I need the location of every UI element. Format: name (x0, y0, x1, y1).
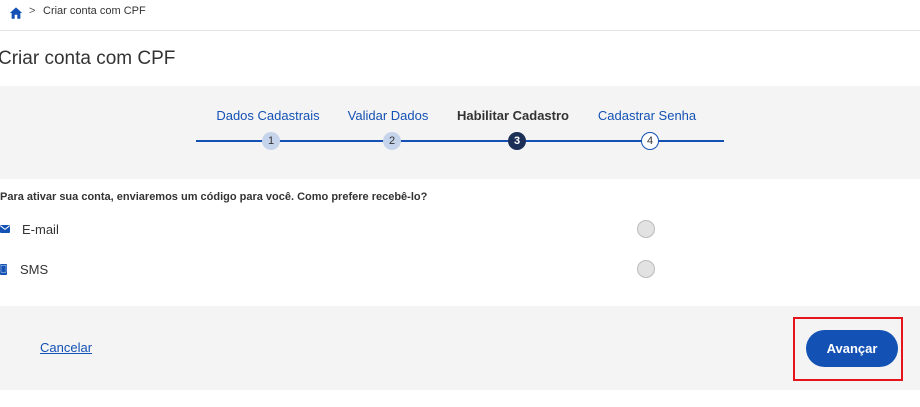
breadcrumb-current: Criar conta com CPF (43, 5, 146, 17)
envelope-icon (0, 225, 10, 233)
email-radio[interactable] (637, 220, 655, 238)
step-circle-3: 3 (508, 132, 526, 150)
step-circle-1: 1 (262, 132, 280, 150)
step-label-habilitar-cadastro: Habilitar Cadastro (457, 108, 569, 123)
step-circle-2: 2 (383, 132, 401, 150)
step-label-validar-dados: Validar Dados (347, 108, 429, 123)
home-icon[interactable] (9, 6, 23, 20)
sms-radio[interactable] (637, 260, 655, 278)
next-button[interactable]: Avançar (806, 330, 898, 367)
stepper: Dados Cadastrais 1 Validar Dados 2 Habil… (0, 86, 920, 179)
option-sms-label: SMS (20, 262, 49, 277)
action-bar: Cancelar Avançar (0, 306, 920, 390)
delivery-question: Para ativar sua conta, enviaremos um cód… (0, 191, 428, 203)
page-title: Criar conta com CPF (0, 48, 176, 69)
option-email-label: E-mail (22, 222, 59, 237)
breadcrumb: > Criar conta com CPF (0, 0, 920, 31)
step-circle-4: 4 (641, 132, 659, 150)
mobile-phone-icon (0, 264, 7, 275)
step-label-cadastrar-senha: Cadastrar Senha (597, 108, 697, 123)
breadcrumb-separator: > (29, 5, 36, 17)
step-label-dados-cadastrais: Dados Cadastrais (216, 108, 320, 123)
cancel-link[interactable]: Cancelar (40, 340, 92, 355)
